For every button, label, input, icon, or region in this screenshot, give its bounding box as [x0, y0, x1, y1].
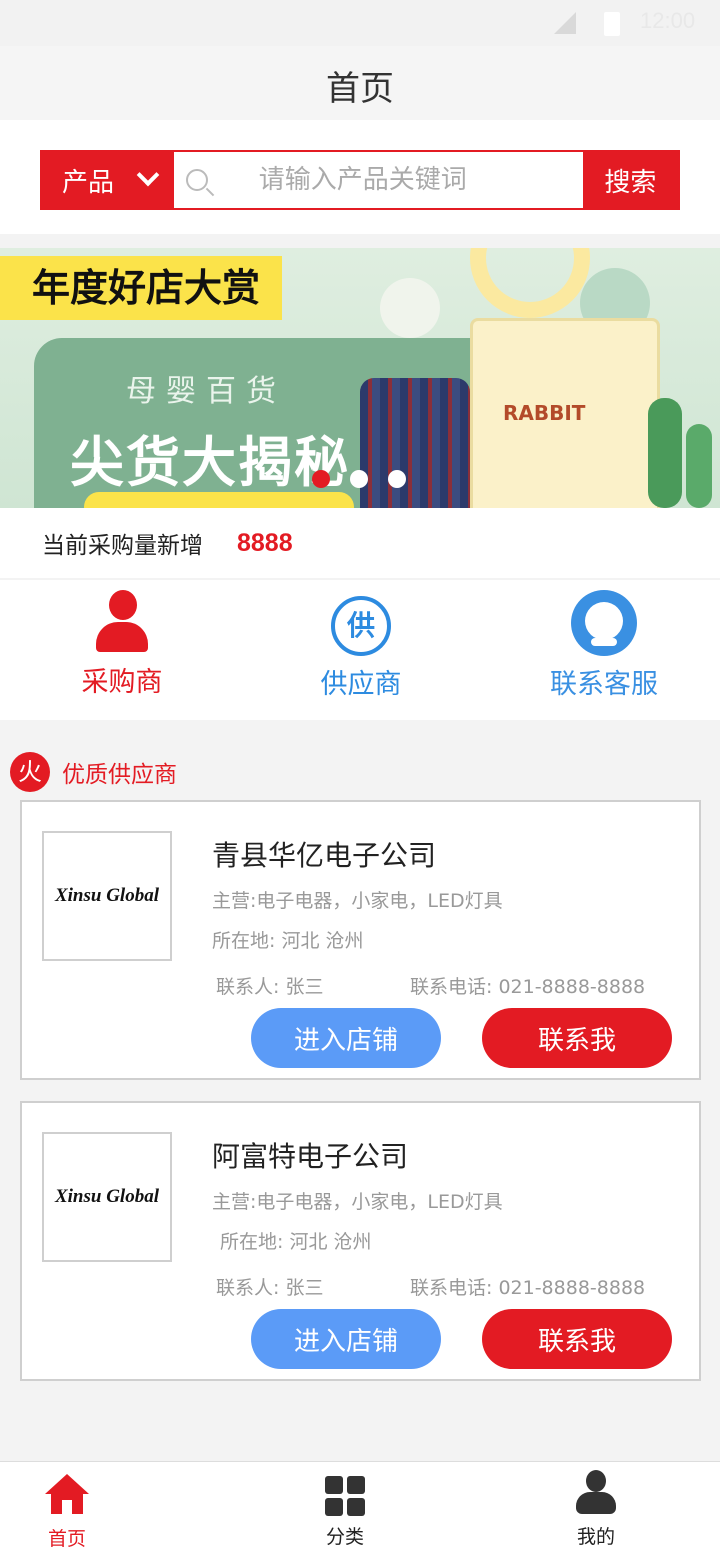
fire-icon: 火 — [10, 752, 50, 792]
cactus-image — [686, 424, 712, 508]
headset-icon — [569, 590, 639, 656]
supplier-main-business: 主营:电子电器，小家电，LED灯具 — [212, 890, 503, 912]
supplier-contact: 联系人: 张三 — [216, 976, 324, 998]
role-buyer[interactable]: 采购商 — [72, 590, 172, 699]
status-bar: 12:00 — [0, 0, 720, 46]
logo-text: Xinsu Global — [54, 1186, 159, 1207]
supplier-icon: 供 — [331, 596, 391, 656]
promo-banner[interactable]: 年度好店大赏 母婴百货 尖货大揭秘 RABBIT — [0, 248, 720, 508]
banner-brand: RABBIT — [503, 401, 586, 425]
battery-icon — [604, 12, 620, 36]
search-input[interactable] — [220, 152, 583, 208]
grid-icon — [325, 1476, 365, 1516]
tab-label: 分类 — [325, 1526, 364, 1548]
supplier-logo: Xinsu Global — [42, 831, 172, 961]
cactus-image — [648, 398, 682, 508]
contact-me-button[interactable]: 联系我 — [482, 1309, 672, 1369]
stats-value: 8888 — [237, 528, 293, 557]
supplier-logo: Xinsu Global — [42, 1132, 172, 1262]
role-label: 供应商 — [320, 669, 402, 700]
tab-label: 我的 — [576, 1526, 615, 1548]
page-header: 首页 — [0, 46, 720, 120]
banner-decoration — [380, 278, 440, 338]
role-supplier[interactable]: 供 供应商 — [306, 590, 416, 701]
purchase-stats: 当前采购量新增 8888 — [0, 508, 720, 578]
carousel-dot[interactable] — [350, 470, 368, 488]
shirt-image — [360, 378, 470, 508]
supplier-location: 所在地: 河北 沧州 — [212, 930, 364, 952]
supplier-card: Xinsu Global 阿富特电子公司 主营:电子电器，小家电，LED灯具 所… — [20, 1101, 701, 1381]
supplier-contact: 联系人: 张三 — [216, 1277, 324, 1299]
tab-home[interactable]: 首页 — [27, 1462, 107, 1550]
carousel-dots — [312, 470, 406, 488]
banner-decoration — [84, 492, 354, 508]
home-icon — [45, 1474, 89, 1518]
tab-mine[interactable]: 我的 — [556, 1462, 636, 1550]
section-title: 优质供应商 — [62, 762, 177, 788]
section-header: 火 优质供应商 — [10, 752, 177, 792]
cabinet-image: RABBIT — [470, 318, 660, 508]
enter-shop-button[interactable]: 进入店铺 — [251, 1309, 441, 1369]
supplier-card: Xinsu Global 青县华亿电子公司 主营:电子电器，小家电，LED灯具 … — [20, 800, 701, 1080]
user-icon — [576, 1470, 616, 1516]
status-time: 12:00 — [640, 8, 696, 33]
role-customer-service[interactable]: 联系客服 — [538, 590, 670, 701]
search-box: 产品 搜索 — [40, 150, 680, 210]
contact-me-button[interactable]: 联系我 — [482, 1008, 672, 1068]
supplier-main-business: 主营:电子电器，小家电，LED灯具 — [212, 1191, 503, 1213]
banner-decoration — [470, 248, 590, 318]
search-icon — [174, 152, 221, 208]
supplier-name: 阿富特电子公司 — [212, 1140, 409, 1173]
supplier-location: 所在地: 河北 沧州 — [220, 1231, 372, 1253]
supplier-phone: 联系电话: 021-8888-8888 — [410, 976, 646, 998]
banner-tag: 年度好店大赏 — [0, 256, 282, 320]
role-label: 采购商 — [81, 667, 163, 698]
logo-text: Xinsu Global — [54, 885, 159, 906]
supplier-name: 青县华亿电子公司 — [212, 839, 437, 872]
role-nav: 采购商 供 供应商 联系客服 — [0, 580, 720, 720]
search-button[interactable]: 搜索 — [582, 152, 678, 208]
banner-subtitle: 母婴百货 — [126, 374, 286, 409]
category-label: 产品 — [62, 167, 115, 198]
role-label: 联系客服 — [550, 669, 658, 700]
buyer-icon — [92, 590, 152, 654]
tab-label: 首页 — [47, 1528, 86, 1550]
enter-shop-button[interactable]: 进入店铺 — [251, 1008, 441, 1068]
stats-label: 当前采购量新增 — [42, 533, 203, 559]
search-area: 产品 搜索 — [0, 120, 720, 234]
carousel-dot[interactable] — [388, 470, 406, 488]
tab-category[interactable]: 分类 — [305, 1462, 385, 1550]
bottom-tab-bar: 首页 分类 我的 — [0, 1461, 720, 1550]
banner-headline: 尖货大揭秘 — [70, 431, 350, 494]
chevron-down-icon — [136, 163, 160, 187]
category-select[interactable]: 产品 — [42, 152, 175, 208]
carousel-dot[interactable] — [312, 470, 330, 488]
signal-icon — [554, 12, 576, 34]
supplier-phone: 联系电话: 021-8888-8888 — [410, 1277, 646, 1299]
